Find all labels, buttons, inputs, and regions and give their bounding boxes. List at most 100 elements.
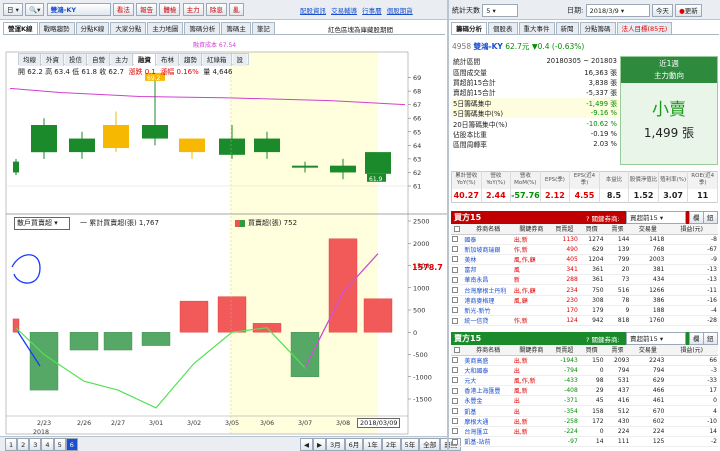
refresh-button[interactable]: ●更新 (675, 4, 702, 17)
broker-name[interactable]: 台灣匯立 (463, 426, 513, 438)
tb-btn-4[interactable]: 除息 (205, 3, 227, 16)
broker-name[interactable]: 台灣摩根士丹利 (463, 284, 513, 296)
row-checkbox[interactable] (451, 264, 464, 276)
tb-btn-3[interactable]: 主力 (182, 3, 204, 16)
link-dividend[interactable]: 配股資訊 (300, 7, 326, 15)
range-6m[interactable]: 6月 (344, 438, 364, 451)
subtab-1[interactable]: 外資 (42, 54, 64, 66)
nav-right-button[interactable]: ▶ (313, 438, 326, 451)
page-btn-6[interactable]: 6 (65, 438, 78, 451)
subtab-4[interactable]: 主力 (111, 54, 133, 66)
broker-name[interactable]: 新加坡商瑞銀 (463, 244, 513, 255)
broker-row[interactable]: 統一信貸 作,新 124 942 818 1760 -28 (451, 315, 718, 327)
tab-3[interactable]: 大家分點 (110, 22, 147, 34)
rtab-1[interactable]: 個股表 (488, 22, 518, 34)
col-header[interactable]: 券商名稱 (463, 345, 513, 356)
broker-name[interactable]: 摩根大通 (463, 416, 513, 427)
range-2y[interactable]: 2年 (381, 438, 401, 451)
broker-name[interactable]: 凱基 (463, 405, 513, 417)
subtab-3[interactable]: 自營 (88, 54, 110, 66)
page-btn-5[interactable]: 5 (53, 438, 66, 451)
date-picker[interactable]: 2018/3/9 ▾ (585, 4, 650, 17)
col-header[interactable]: 買價 (578, 224, 605, 235)
col-header[interactable]: 損益(元) (665, 224, 718, 235)
buy-filter-select[interactable]: 買超前15 ▾ (626, 211, 686, 224)
sell-col-button[interactable]: 欄 (689, 332, 704, 345)
rtab-3[interactable]: 新聞 (555, 22, 579, 34)
select-all-checkbox[interactable] (451, 345, 464, 356)
col-header[interactable]: 賣張 (604, 224, 631, 235)
subtab-2[interactable]: 投信 (65, 54, 87, 66)
broker-row[interactable]: 凱基出 -354 158 512 670 4 (451, 405, 718, 417)
broker-row[interactable]: 永豐金出 -371 45 416 461 0 (451, 395, 718, 407)
col-header[interactable]: 券商名稱 (463, 224, 513, 235)
broker-row[interactable]: 美林 風,作,顧 405 1204 799 2003 -9 (451, 254, 718, 266)
period-select[interactable]: 日 ▾ (3, 3, 23, 16)
broker-row[interactable]: 港商麥格理 風,顧 230 308 78 386 -16 (451, 295, 718, 306)
buy-col-button[interactable]: 欄 (689, 211, 704, 224)
link-trading[interactable]: 交易輔導 (331, 7, 357, 15)
broker-row[interactable]: 大和國泰出 -794 0 794 794 -3 (451, 365, 718, 376)
range-all[interactable]: 全部 (419, 438, 441, 451)
row-checkbox[interactable] (451, 365, 464, 376)
row-checkbox[interactable] (451, 405, 464, 417)
tab-0[interactable]: 營運K線 (3, 22, 38, 34)
row-checkbox[interactable] (451, 416, 464, 427)
row-checkbox[interactable] (451, 244, 464, 255)
row-checkbox[interactable] (451, 315, 464, 327)
broker-name[interactable]: 港商麥格理 (463, 295, 513, 306)
stock-name-field[interactable]: 雙鴻-KY (46, 3, 111, 16)
row-checkbox[interactable] (451, 254, 464, 266)
row-checkbox[interactable] (451, 274, 464, 286)
sell-filter-select[interactable]: 賣超前15 ▾ (626, 332, 686, 345)
tb-btn-5[interactable]: 亂 (229, 3, 244, 16)
tab-6[interactable]: 籌碼主 (221, 22, 251, 34)
subtab-0[interactable]: 均線 (19, 54, 41, 66)
range-5y[interactable]: 5年 (400, 438, 420, 451)
col-header[interactable]: 交易量 (630, 224, 666, 235)
broker-row[interactable]: 新加坡商瑞銀 作,新 490 629 139 768 -67 (451, 244, 718, 255)
col-header[interactable]: 損益(元) (665, 345, 718, 356)
broker-row[interactable]: 香港上海匯豐 風,新 -408 29 437 466 17 (451, 385, 718, 397)
tab-2[interactable]: 分點K線 (75, 22, 110, 34)
row-checkbox[interactable] (451, 385, 464, 397)
today-button[interactable]: 今天 (651, 4, 673, 17)
tb-btn-2[interactable]: 體檢 (159, 3, 181, 16)
row-checkbox[interactable] (451, 395, 464, 407)
broker-row[interactable]: 國泰 出,新 1130 1274 144 1418 -8 (451, 234, 718, 245)
nav-left-button[interactable]: ◀ (300, 438, 313, 451)
col-header[interactable]: 買賣超 (549, 345, 579, 356)
tab-7[interactable]: 筆記 (251, 22, 275, 34)
tab-1[interactable]: 戰略趨勢 (38, 22, 75, 34)
link-calendar[interactable]: 行事曆 (362, 7, 382, 15)
broker-row[interactable]: 台灣摩根士丹利 出,作,顧 234 750 516 1266 -11 (451, 284, 718, 296)
broker-row[interactable]: 美商高盛 出,新 -1943 150 2093 2243 66 (451, 355, 718, 366)
broker-name[interactable]: 美林 (463, 254, 513, 266)
broker-name[interactable]: 大和國泰 (463, 365, 513, 376)
tb-btn-1[interactable]: 報告 (136, 3, 158, 16)
col-header[interactable]: 賣張 (604, 345, 631, 356)
row-checkbox[interactable] (451, 375, 464, 387)
row-checkbox[interactable] (451, 355, 464, 366)
page-btn-1[interactable]: 1 (5, 438, 18, 451)
broker-row[interactable]: 台灣匯立 出,新 -224 0 224 224 14 (451, 426, 718, 438)
broker-row[interactable]: 富邦風 341 361 20 381 -13 (451, 264, 718, 276)
row-checkbox[interactable] (451, 436, 464, 448)
select-all-checkbox[interactable] (451, 224, 464, 235)
broker-name[interactable]: 統一信貸 (463, 315, 513, 327)
broker-name[interactable]: 新光-新竹 (463, 305, 513, 317)
broker-name[interactable]: 香港上海匯豐 (463, 385, 513, 397)
broker-row[interactable]: 華南永昌新 288 361 73 434 -13 (451, 274, 718, 286)
broker-name[interactable]: 永豐金 (463, 395, 513, 407)
row-checkbox[interactable] (451, 305, 464, 317)
broker-name[interactable]: 富邦 (463, 264, 513, 276)
broker-name[interactable]: 美商高盛 (463, 355, 513, 366)
row-checkbox[interactable] (451, 295, 464, 306)
sell-btn-button[interactable]: 鈕 (703, 332, 718, 345)
tab-4[interactable]: 主力地圖 (147, 22, 184, 34)
search-button[interactable]: 🔍▾ (25, 3, 45, 16)
range-1y[interactable]: 1年 (363, 438, 382, 451)
broker-row[interactable]: 元大 風,作,新 -433 98 531 629 -33 (451, 375, 718, 387)
subtab-6[interactable]: 布林 (157, 54, 179, 66)
rtab-0[interactable]: 籌碼分析 (451, 22, 487, 34)
